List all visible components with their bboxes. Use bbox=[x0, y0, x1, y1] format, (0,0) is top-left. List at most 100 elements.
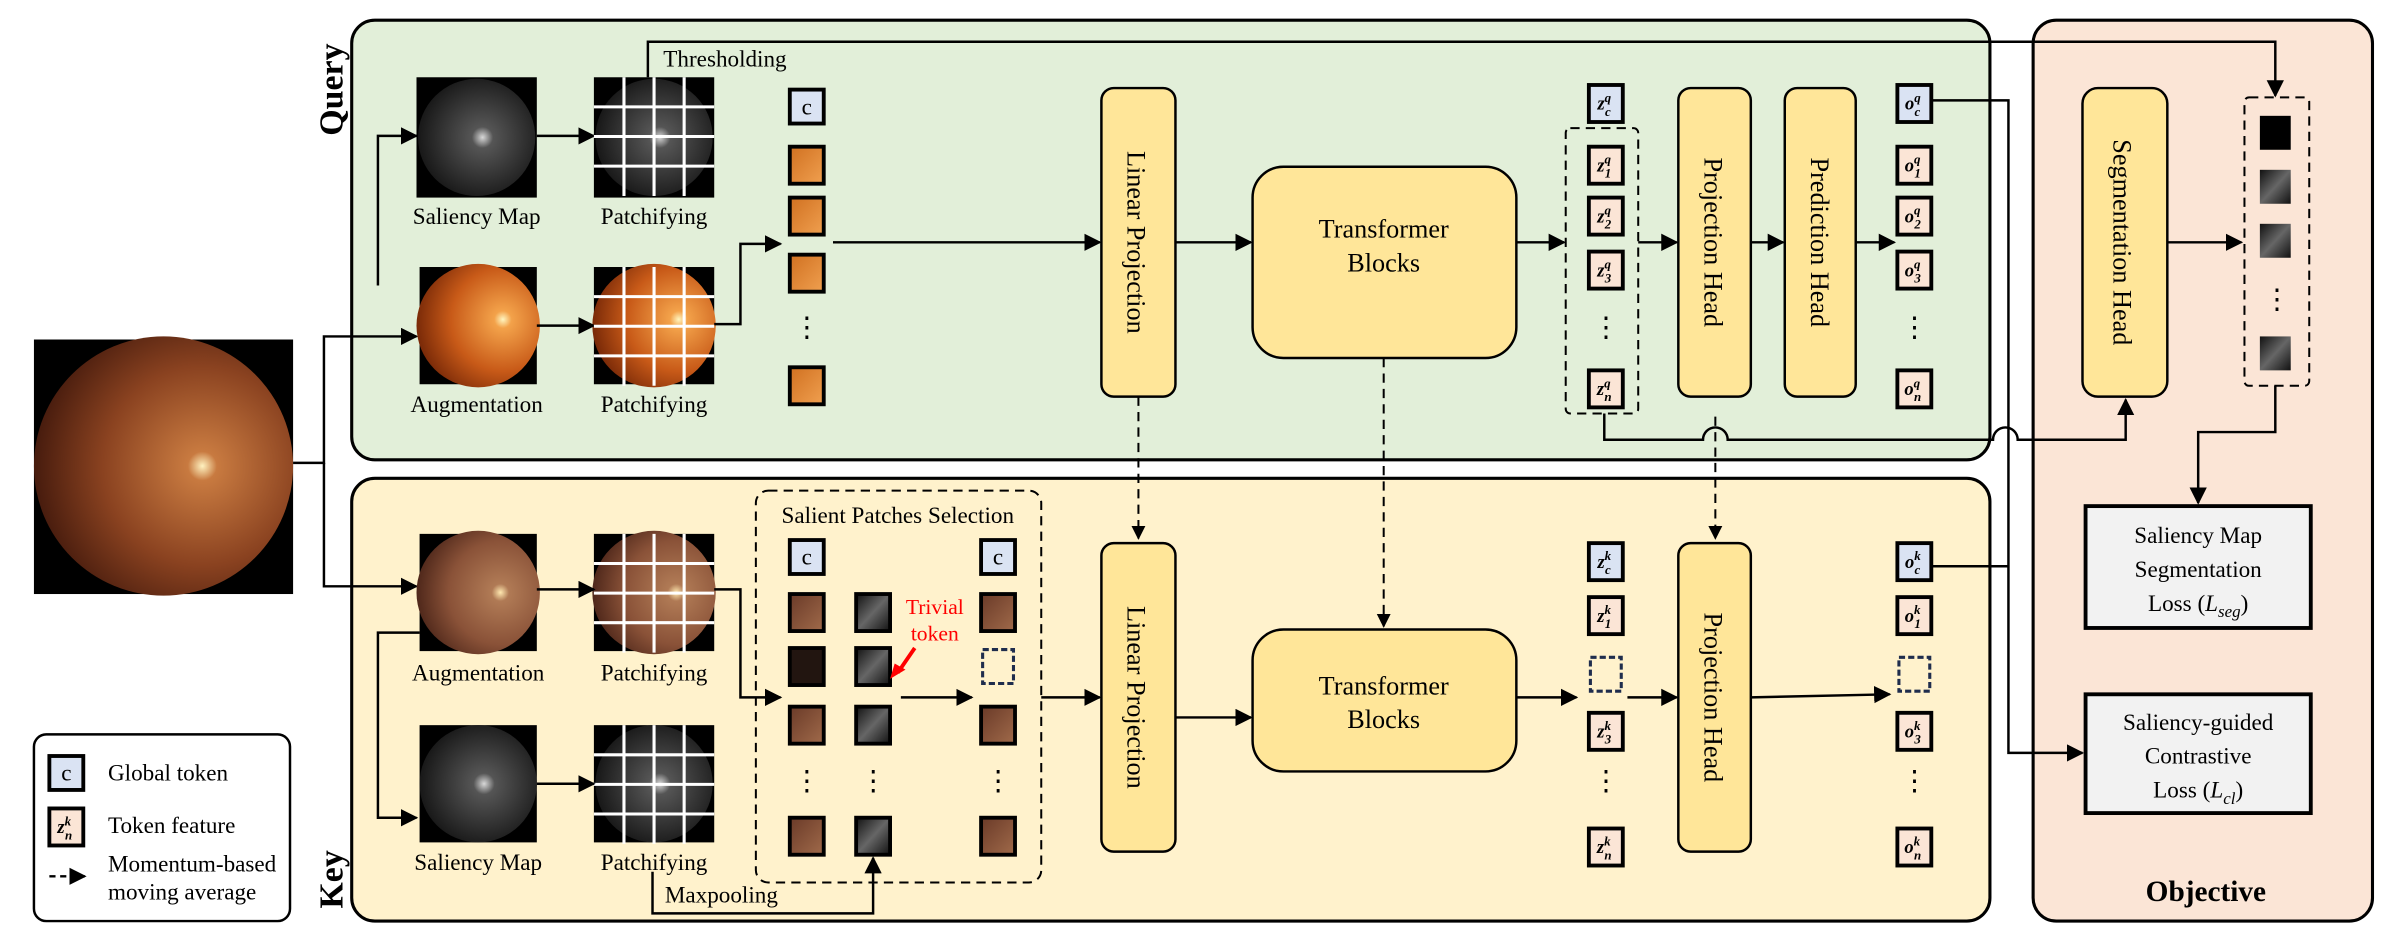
token-symbol: oq 2 bbox=[1905, 203, 1922, 232]
predicted-saliency-patch bbox=[2259, 169, 2291, 204]
key-transformer-label-1: Transformer bbox=[1319, 671, 1449, 700]
query-patchify-label-bottom: Patchifying bbox=[601, 392, 708, 418]
key-saliency-label: Saliency Map bbox=[414, 850, 542, 876]
token-feature-z-3: zq 3 bbox=[1586, 249, 1625, 291]
query-global-token: c bbox=[787, 87, 826, 126]
token-symbol: ok c bbox=[1905, 548, 1921, 577]
global-token-label: c bbox=[802, 94, 812, 120]
legend-momentum-label-2: moving average bbox=[108, 879, 256, 905]
key-saliency-patch bbox=[854, 704, 892, 746]
token-feature-o-1: ok 1 bbox=[1895, 595, 1934, 637]
token-symbol: oq c bbox=[1905, 90, 1921, 119]
predicted-saliency-patch bbox=[2259, 223, 2291, 258]
key-image-patch bbox=[787, 592, 826, 633]
query-transformer-label-2: Blocks bbox=[1347, 249, 1420, 278]
token-symbol: zk c bbox=[1596, 548, 1611, 577]
legend-momentum-label-1: Momentum-based bbox=[108, 852, 277, 878]
loss-text-line: Loss ( bbox=[2148, 591, 2205, 617]
ellipsis: ⋮ bbox=[984, 766, 1012, 797]
query-transformer-label-1: Transformer bbox=[1319, 215, 1449, 244]
loss-text-line: Saliency-guided bbox=[2123, 710, 2274, 736]
key-image-patch bbox=[787, 646, 826, 687]
loss-text-line: Contrastive bbox=[2145, 744, 2252, 770]
key-selected-patch bbox=[979, 815, 1017, 857]
key-image-patch bbox=[787, 815, 826, 857]
token-feature-z-n: zq n bbox=[1586, 368, 1625, 410]
key-selected-patch bbox=[979, 704, 1017, 746]
query-image-patch bbox=[787, 144, 826, 186]
query-image-patch bbox=[787, 195, 826, 237]
predicted-saliency-patch bbox=[2259, 115, 2291, 150]
token-symbol: ok 3 bbox=[1905, 718, 1922, 747]
loss-text-line: Loss ( bbox=[2153, 778, 2210, 804]
segmentation-loss-box: Saliency Map Segmentation Loss (Lseg) bbox=[2083, 504, 2313, 630]
query-image-patch bbox=[787, 252, 826, 294]
token-symbol: oq 3 bbox=[1905, 257, 1922, 286]
key-augmentation-label: Augmentation bbox=[412, 660, 545, 686]
token-feature-z-n: zk n bbox=[47, 806, 86, 848]
token-symbol: zq 1 bbox=[1596, 152, 1611, 181]
input-fundus-image bbox=[33, 336, 294, 596]
token-feature-o-3: oq 3 bbox=[1895, 249, 1934, 291]
token-symbol: zq 2 bbox=[1596, 203, 1612, 232]
token-feature-z-n: zk n bbox=[1586, 826, 1625, 868]
token-symbol: ok 1 bbox=[1905, 602, 1921, 631]
svg-text:Saliency MapSegmentationLoss (: Saliency Map Segmentation Loss (Lseg) bbox=[2134, 523, 2262, 621]
key-saliency-patch bbox=[854, 592, 892, 633]
global-token-label: c bbox=[993, 545, 1003, 571]
query-title: Query bbox=[313, 43, 350, 135]
token-feature-o-2: oq 2 bbox=[1895, 195, 1934, 237]
token-symbol: oq 1 bbox=[1905, 152, 1921, 181]
maxpooling-label: Maxpooling bbox=[665, 883, 778, 909]
legend-global-token-icon: c bbox=[47, 754, 86, 792]
thresholding-label: Thresholding bbox=[663, 46, 787, 72]
token-feature-o-1: oq 1 bbox=[1895, 144, 1934, 186]
segmentation-head-label: Segmentation Head bbox=[2107, 139, 2136, 345]
key-transformer-blocks bbox=[1251, 628, 1518, 773]
key-image-patch bbox=[787, 704, 826, 746]
ellipsis: ⋮ bbox=[793, 766, 821, 797]
token-feature-o-c: ok c bbox=[1895, 541, 1934, 583]
query-prediction-head-label: Prediction Head bbox=[1805, 157, 1834, 327]
token-feature-o-n: ok n bbox=[1895, 826, 1934, 868]
query-image-patch bbox=[787, 365, 826, 407]
contrastive-loss-box: Saliency-guided Contrastive Loss (Lcl) bbox=[2083, 692, 2313, 816]
query-augmented-image bbox=[416, 263, 540, 388]
query-saliency-label: Saliency Map bbox=[413, 204, 541, 230]
salient-patches-selection-label: Salient Patches Selection bbox=[782, 503, 1015, 529]
legend-global-label: Global token bbox=[108, 761, 229, 787]
token-symbol: zk n bbox=[1596, 833, 1612, 862]
key-selected-patch bbox=[979, 592, 1017, 633]
query-saliency-map bbox=[416, 77, 537, 198]
token-feature-o-n: oq n bbox=[1895, 368, 1934, 410]
key-global-token: c bbox=[787, 538, 826, 576]
key-saliency-patch bbox=[854, 815, 892, 857]
framework-diagram: Query Key Saliency Map Patchifying Augme… bbox=[32, 18, 2375, 923]
global-token-label: c bbox=[61, 761, 71, 787]
token-feature-z-c: zq c bbox=[1586, 83, 1625, 124]
loss-text-line: Saliency Map bbox=[2134, 523, 2262, 549]
query-patchify-label-top: Patchifying bbox=[601, 204, 708, 230]
ellipsis: ⋮ bbox=[793, 312, 821, 343]
global-token-label: c bbox=[802, 545, 812, 571]
token-feature-z-c: zk c bbox=[1586, 541, 1625, 583]
token-feature-o-3: ok 3 bbox=[1895, 710, 1934, 752]
objective-title: Objective bbox=[2146, 876, 2266, 908]
query-linear-projection-label: Linear Projection bbox=[1122, 151, 1151, 334]
key-patchify-label-bottom: Patchifying bbox=[601, 850, 708, 876]
token-feature-z-1: zk 1 bbox=[1586, 595, 1625, 637]
token-symbol: zq 3 bbox=[1596, 257, 1612, 286]
key-linear-projection-label: Linear Projection bbox=[1122, 606, 1151, 789]
key-projection-head-label: Projection Head bbox=[1699, 613, 1728, 783]
key-transformer-label-2: Blocks bbox=[1347, 705, 1420, 734]
token-symbol: ok n bbox=[1904, 833, 1921, 862]
token-symbol: zk 3 bbox=[1596, 718, 1612, 747]
key-augmented-image bbox=[416, 530, 540, 655]
token-symbol: zq n bbox=[1596, 375, 1612, 404]
token-symbol: zk 1 bbox=[1596, 602, 1611, 631]
token-symbol: zq c bbox=[1596, 90, 1611, 119]
loss-text-line: Segmentation bbox=[2135, 557, 2263, 583]
legend-feature-label: Token feature bbox=[108, 813, 235, 839]
key-saliency-patch bbox=[854, 646, 892, 687]
query-augmentation-label: Augmentation bbox=[411, 392, 544, 418]
